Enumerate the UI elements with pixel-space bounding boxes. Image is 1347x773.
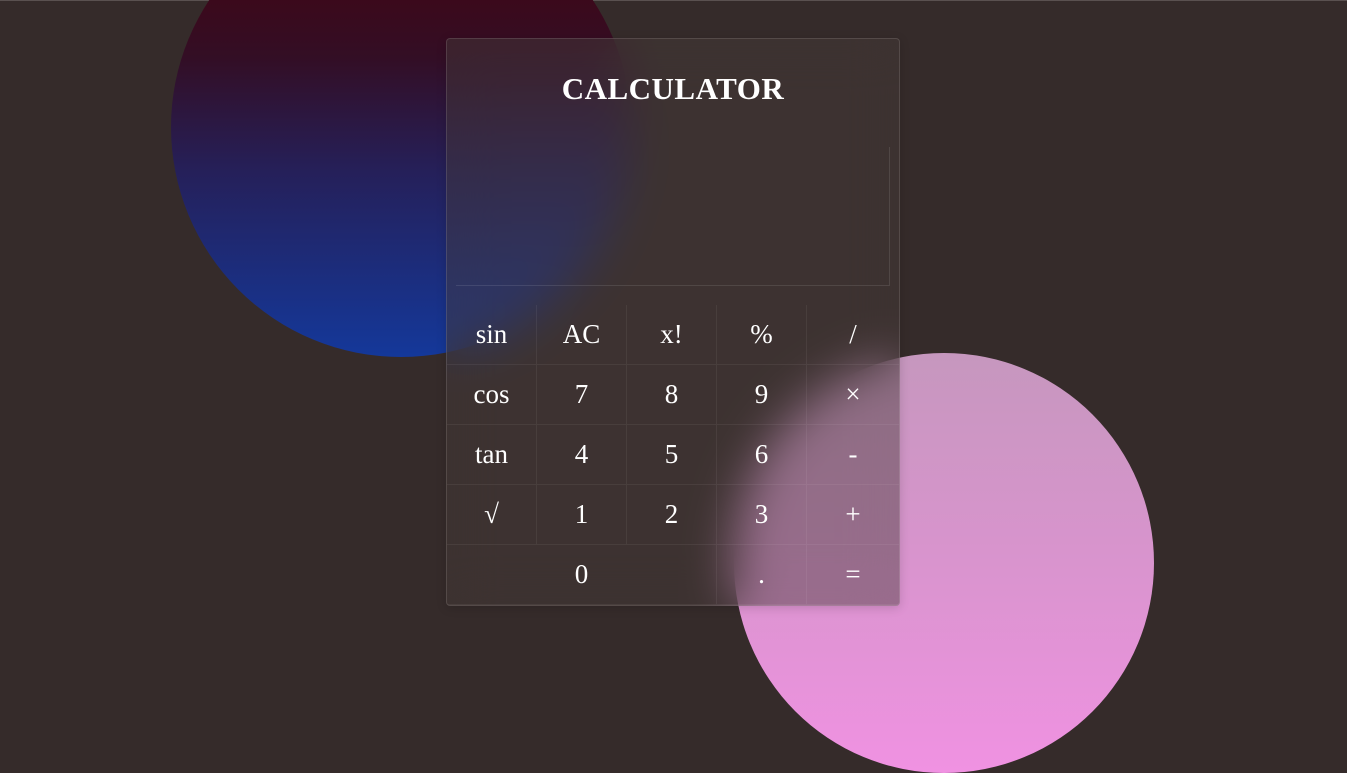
calculator-card: CALCULATOR sin AC x! % / cos 7 8 9 × tan… [446, 38, 900, 606]
calculator-display [456, 147, 890, 286]
divide-button[interactable]: / [807, 305, 899, 365]
square-root-button[interactable]: √ [447, 485, 537, 545]
digit-0-button[interactable]: 0 [447, 545, 717, 605]
add-button[interactable]: + [807, 485, 899, 545]
digit-4-button[interactable]: 4 [537, 425, 627, 485]
digit-9-button[interactable]: 9 [717, 365, 807, 425]
keypad: sin AC x! % / cos 7 8 9 × tan 4 5 6 - √ … [447, 305, 899, 605]
digit-7-button[interactable]: 7 [537, 365, 627, 425]
equals-button[interactable]: = [807, 545, 899, 605]
digit-6-button[interactable]: 6 [717, 425, 807, 485]
top-border-line [0, 0, 1347, 1]
digit-1-button[interactable]: 1 [537, 485, 627, 545]
percent-button[interactable]: % [717, 305, 807, 365]
digit-3-button[interactable]: 3 [717, 485, 807, 545]
subtract-button[interactable]: - [807, 425, 899, 485]
all-clear-button[interactable]: AC [537, 305, 627, 365]
digit-2-button[interactable]: 2 [627, 485, 717, 545]
decimal-point-button[interactable]: . [717, 545, 807, 605]
digit-5-button[interactable]: 5 [627, 425, 717, 485]
sin-button[interactable]: sin [447, 305, 537, 365]
factorial-button[interactable]: x! [627, 305, 717, 365]
calculator-title: CALCULATOR [561, 71, 785, 106]
digit-8-button[interactable]: 8 [627, 365, 717, 425]
cos-button[interactable]: cos [447, 365, 537, 425]
multiply-button[interactable]: × [807, 365, 899, 425]
tan-button[interactable]: tan [447, 425, 537, 485]
